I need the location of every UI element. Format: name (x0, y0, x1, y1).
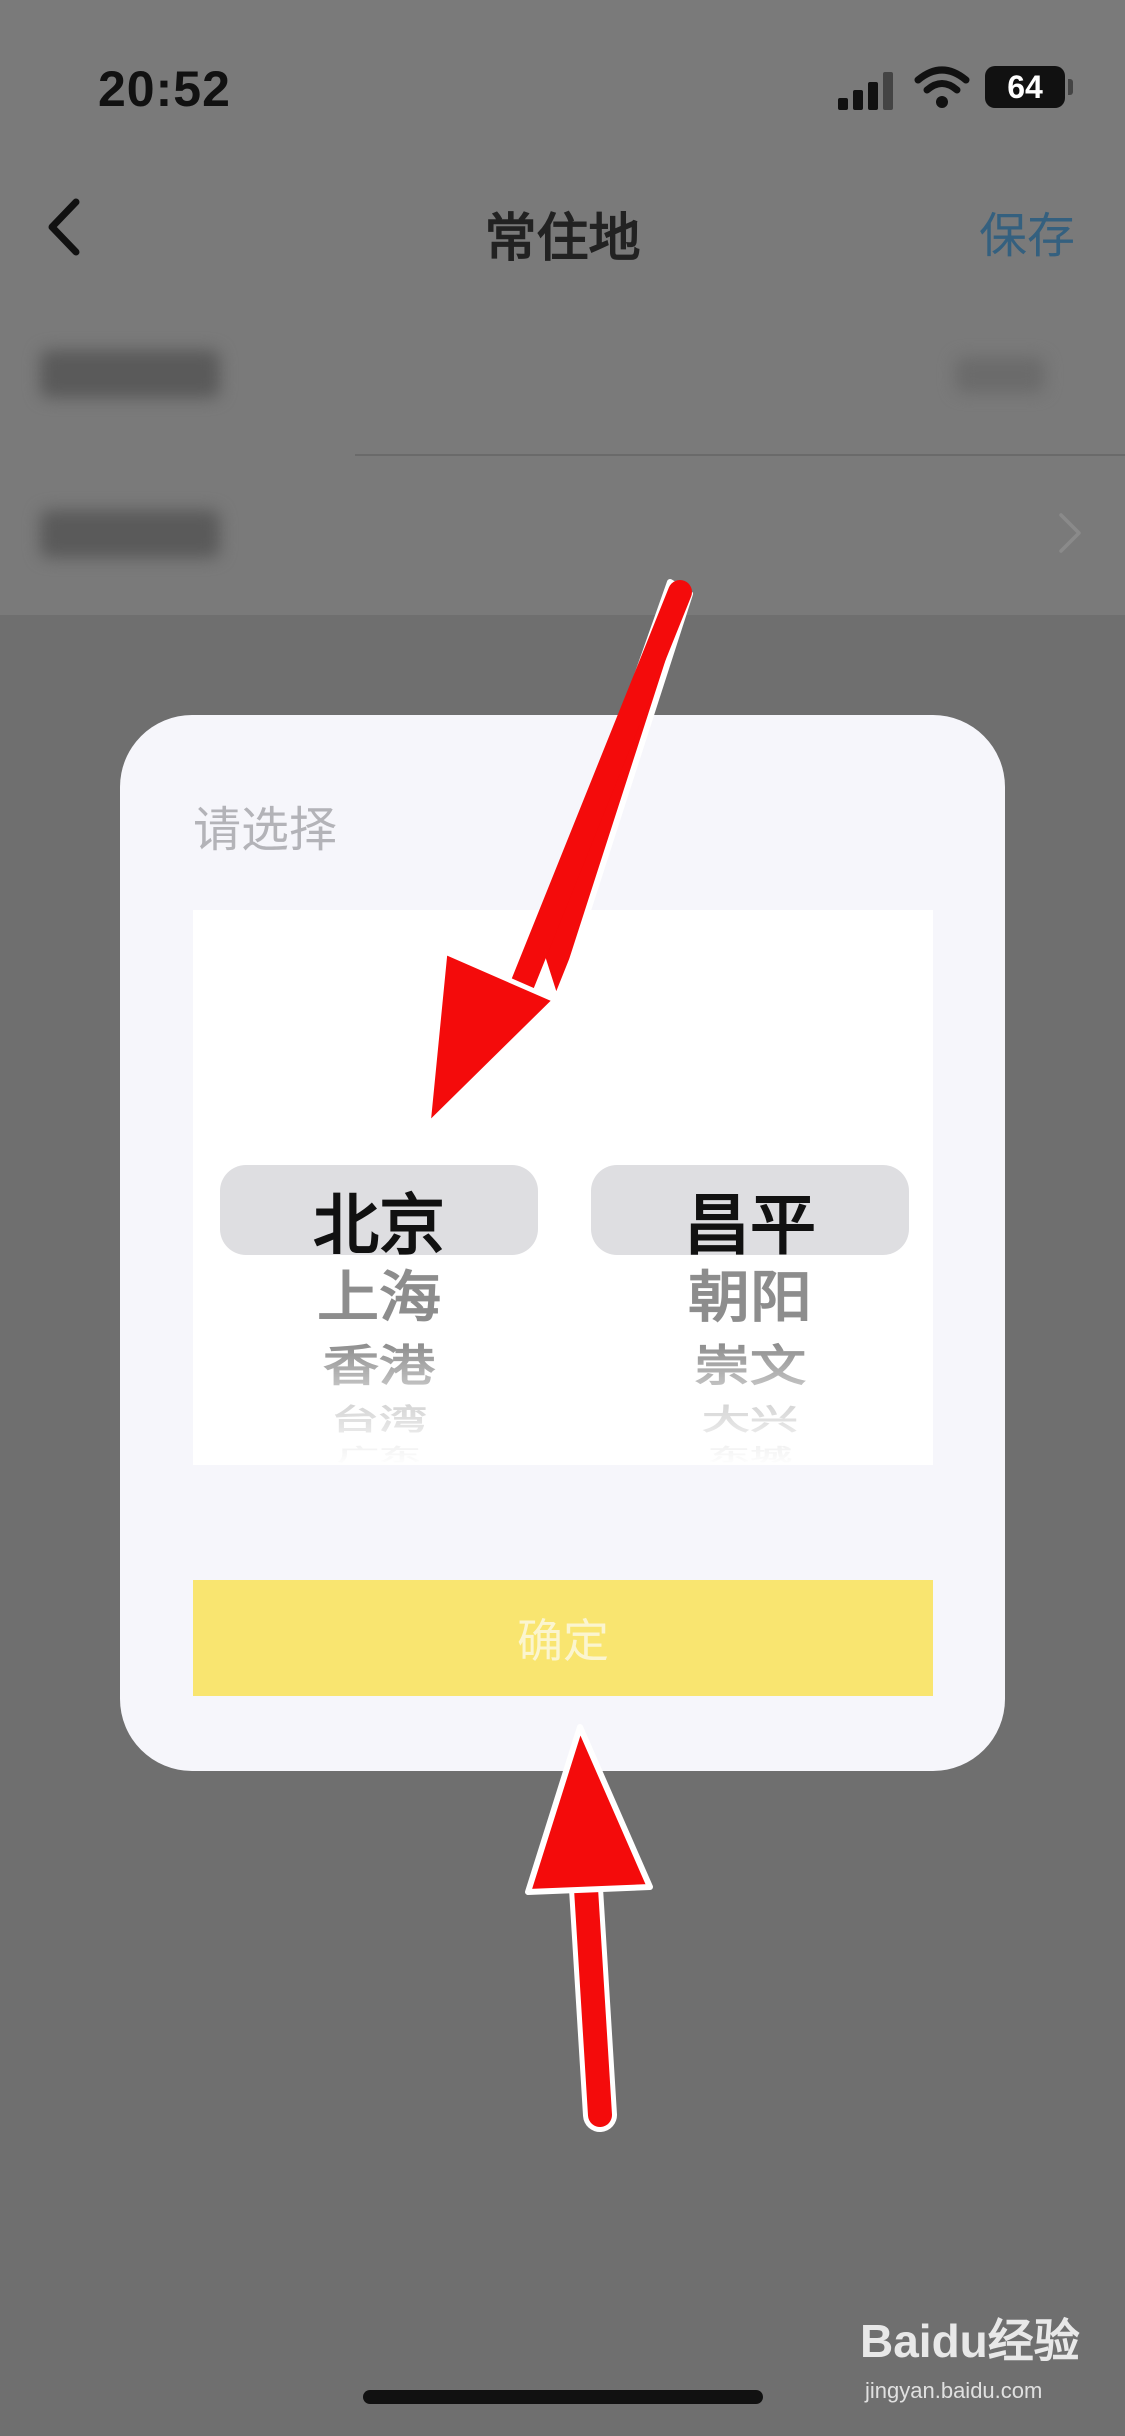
blurred-value (955, 357, 1045, 393)
wifi-icon (914, 66, 970, 108)
region-picker: 北京 上海 香港 台湾 广东 浙江 昌平 朝阳 崇文 大兴 东城 房山 (193, 910, 933, 1465)
blurred-label (40, 350, 220, 398)
battery-level: 64 (1007, 68, 1043, 105)
watermark-brand: Baidu经验 (860, 2315, 1080, 2367)
picker-option[interactable]: 香港 (220, 1331, 538, 1394)
home-indicator (363, 2390, 763, 2404)
signal-icon (838, 70, 896, 110)
province-picker-column[interactable]: 北京 上海 香港 台湾 广东 浙江 (220, 910, 538, 1465)
form-row[interactable] (0, 295, 1125, 455)
district-picker-column[interactable]: 昌平 朝阳 崇文 大兴 东城 房山 (591, 910, 909, 1465)
region-picker-dialog: 请选择 北京 上海 香港 台湾 广东 浙江 昌平 朝阳 崇文 大兴 东城 房山 … (120, 715, 1005, 1771)
battery-icon: 64 (985, 66, 1073, 108)
status-time: 20:52 (98, 61, 231, 117)
picker-option[interactable]: 台湾 (220, 1396, 538, 1438)
status-bar: 20:52 64 (0, 0, 1125, 150)
confirm-button[interactable]: 确定 (193, 1580, 933, 1696)
watermark-url: jingyan.baidu.com (865, 2378, 1043, 2403)
picker-option[interactable]: 上海 (220, 1252, 538, 1333)
picker-option[interactable]: 朝阳 (591, 1252, 909, 1333)
picker-option[interactable]: 广东 (220, 1441, 538, 1465)
picker-option[interactable]: 大兴 (591, 1396, 909, 1438)
page-title: 常住地 (484, 209, 641, 269)
arrow-up-icon (525, 1724, 653, 2132)
blurred-label (40, 510, 220, 558)
page-background: 20:52 64 常住地 保存 (0, 0, 1125, 615)
form-row[interactable] (0, 455, 1125, 615)
save-button[interactable]: 保存 (979, 196, 1075, 266)
dialog-title: 请选择 (193, 802, 338, 858)
chevron-right-icon (1059, 513, 1081, 553)
nav-bar: 常住地 保存 (0, 160, 1125, 290)
picker-option[interactable]: 东城 (591, 1441, 909, 1465)
baidu-watermark: Baidu经验 (860, 2305, 1080, 2375)
picker-option[interactable]: 崇文 (591, 1331, 909, 1394)
